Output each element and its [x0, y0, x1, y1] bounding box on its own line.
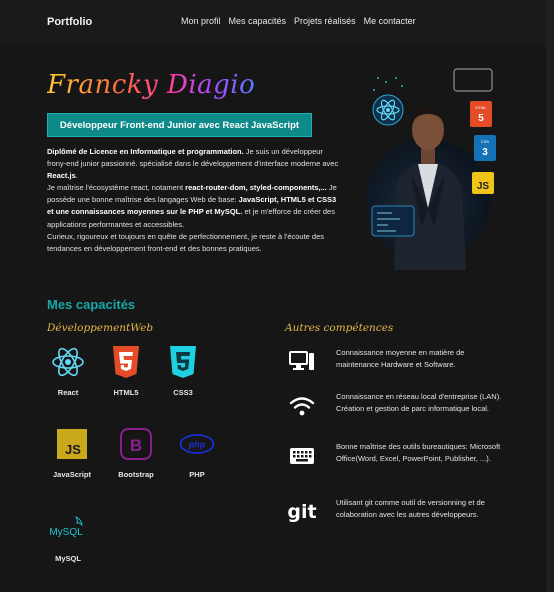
scrollbar[interactable]	[546, 0, 554, 592]
other-skill-text: Bonne maîtrise des outils bureautiques: …	[336, 442, 501, 464]
other-skill-git: git Utilisant git comme outil de version…	[287, 497, 507, 537]
skill-label: React	[57, 388, 79, 397]
skill-label: JavaScript	[53, 470, 91, 479]
react-icon	[48, 342, 88, 382]
nav-links: Mon profil Mes capacités Projets réalisé…	[181, 16, 416, 26]
skill-label: PHP	[189, 470, 205, 479]
profile-photo: 5 HTML 3 CSS JS	[366, 68, 496, 270]
computer-icon	[287, 347, 317, 377]
skill-label: CSS3	[173, 388, 193, 397]
nav-link-contact[interactable]: Me contacter	[364, 16, 416, 26]
other-skill-hardware: Connaissance moyenne en matière de maint…	[287, 347, 507, 387]
skill-react: React	[38, 342, 98, 397]
capacities-title: Mes capacités	[47, 297, 136, 312]
wifi-icon	[287, 391, 317, 421]
react-orb-icon	[372, 94, 404, 126]
git-label: git	[287, 501, 317, 523]
bio-text: Je maîtrise l'écosystème react, notament	[47, 183, 186, 193]
web-dev-subtitle: DéveloppementWeb	[47, 322, 154, 334]
mysql-icon: MySQL	[48, 508, 88, 548]
js-badge-icon: JS	[472, 172, 494, 194]
svg-text:3: 3	[482, 147, 488, 158]
bootstrap-icon: B	[116, 424, 156, 464]
other-skill-text: Utilisant git comme outil de versionning…	[336, 498, 485, 520]
svg-text:JS: JS	[65, 442, 81, 457]
bio-diploma: Diplômé de Licence en Informatique et pr…	[47, 147, 244, 156]
other-skill-text: Connaissance moyenne en matière de maint…	[336, 348, 465, 370]
skill-php: php PHP	[167, 424, 227, 479]
svg-text:MySQL: MySQL	[49, 527, 83, 538]
other-skill-office: Bonne maîtrise des outils bureautiques: …	[287, 441, 507, 481]
css3-badge-icon: 3 CSS	[474, 135, 496, 161]
bio-text: .	[75, 171, 78, 181]
hero-role-badge: Développeur Front-end Junior avec React …	[47, 113, 312, 137]
hero-role-text: Développeur Front-end Junior avec React …	[59, 119, 300, 131]
nav-link-capacites[interactable]: Mes capacités	[229, 16, 287, 26]
other-skill-network: Connaissance en réseau local d'entrepris…	[287, 391, 507, 431]
svg-text:JS: JS	[477, 181, 490, 192]
bio-react: React.js	[47, 171, 76, 181]
git-icon: git	[287, 497, 317, 527]
other-skills-subtitle: Autres compétences	[285, 322, 394, 334]
other-skill-text: Connaissance en réseau local d'entrepris…	[336, 392, 502, 414]
javascript-icon: JS	[52, 424, 92, 464]
brand-logo[interactable]: Portfolio	[47, 16, 92, 28]
bio-libs: react-router-dom, styled-components,...	[185, 183, 327, 193]
skill-html5: HTML5	[96, 342, 156, 397]
svg-text:php: php	[188, 440, 206, 450]
skill-label: HTML5	[113, 388, 139, 397]
keyboard-icon	[287, 441, 317, 471]
svg-text:CSS: CSS	[481, 139, 490, 144]
hero-name: Francky Diagio	[47, 70, 256, 100]
php-icon: php	[177, 424, 217, 464]
html5-badge-icon: 5 HTML	[470, 101, 492, 127]
skill-javascript: JS JavaScript	[42, 424, 102, 479]
skill-mysql: MySQL MySQL	[38, 508, 98, 563]
svg-text:5: 5	[478, 113, 484, 124]
bio-text: Curieux, rigoureux et toujours en quête …	[47, 231, 325, 253]
svg-text:HTML: HTML	[476, 105, 488, 110]
top-navbar: Portfolio Mon profil Mes capacités Proje…	[0, 0, 546, 44]
html5-icon	[106, 342, 146, 382]
svg-text:B: B	[130, 436, 142, 455]
nav-link-profil[interactable]: Mon profil	[181, 16, 221, 26]
hero-bio: Diplômé de Licence en Informatique et pr…	[47, 146, 340, 255]
nav-link-projets[interactable]: Projets réalisés	[294, 16, 356, 26]
css3-icon	[163, 342, 203, 382]
skill-label: MySQL	[55, 554, 81, 563]
skill-bootstrap: B Bootstrap	[106, 424, 166, 479]
skill-css3: CSS3	[153, 342, 213, 397]
skill-label: Bootstrap	[118, 470, 154, 479]
